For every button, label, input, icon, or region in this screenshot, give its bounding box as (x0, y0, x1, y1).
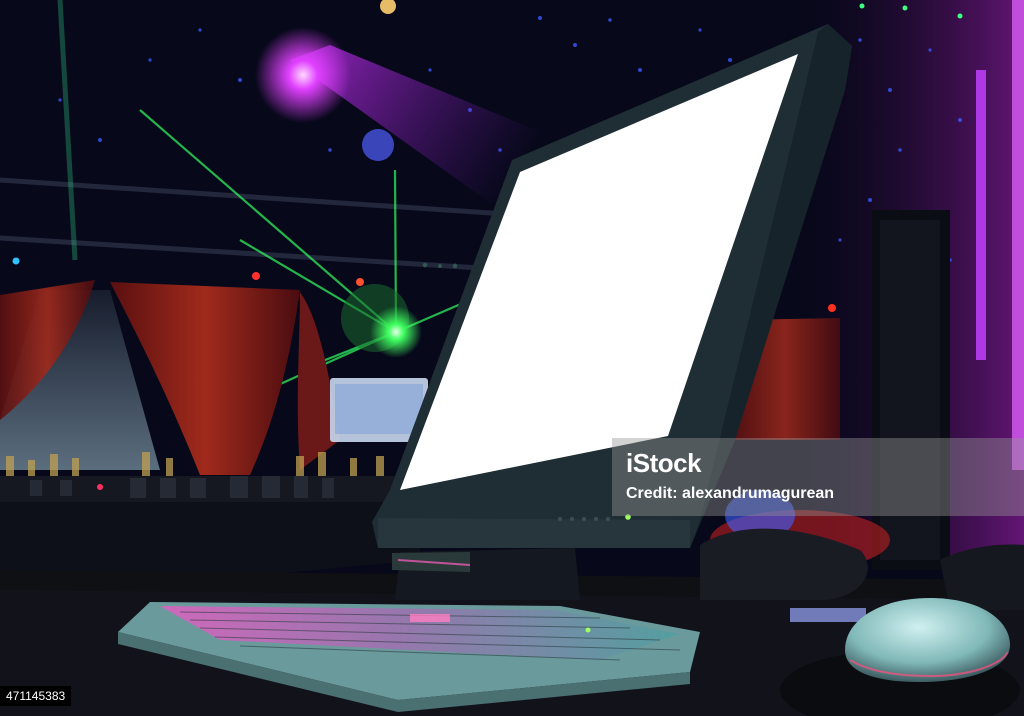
magenta-spotlight (255, 27, 351, 123)
stock-watermark: iStock Credit: alexandrumagurean (612, 438, 1024, 516)
scene-illustration (0, 0, 1024, 716)
watermark-logo: iStock (626, 448, 702, 478)
watermark-credit: Credit: alexandrumagurean (626, 485, 835, 502)
stock-id-label: 471145383 (0, 686, 72, 706)
club-dj-scene: iStock Credit: alexandrumagurean 4711453… (0, 0, 1024, 716)
